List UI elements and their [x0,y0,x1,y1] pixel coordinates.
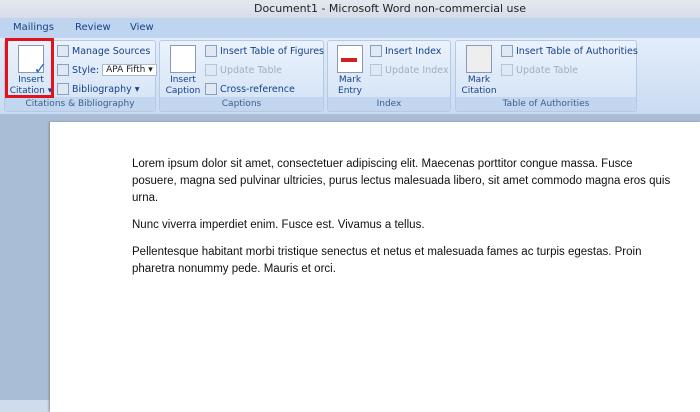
update-toa-icon [501,64,513,76]
mark-entry-button[interactable]: Mark Entry [332,45,368,97]
highlight-box [5,38,54,98]
insert-caption-label-2: Caption [165,86,201,96]
mark-entry-icon [337,45,363,73]
insert-table-of-figures-label: Insert Table of Figures [220,45,324,57]
insert-caption-button[interactable]: Insert Caption [163,45,203,97]
ribbon: ✓ Insert Citation ▾ Manage Sources Style… [0,38,700,114]
insert-index-button[interactable]: Insert Index [370,45,441,57]
style-selector[interactable]: Style: APA Fifth ▾ [57,64,157,76]
group-index: Mark Entry Insert Index Update Index Ind… [327,40,451,112]
paragraph: Pellentesque habitant morbi tristique se… [132,246,642,275]
cross-reference-label: Cross-reference [220,83,295,95]
document-page[interactable]: Lorem ipsum dolor sit amet, consectetuer… [50,122,700,412]
update-table-button[interactable]: Update Table [205,64,282,76]
mark-citation-icon [466,45,492,73]
update-table-label: Update Table [220,64,282,76]
tab-view[interactable]: View [130,22,154,33]
group-label: Table of Authorities [456,97,636,111]
insert-index-label: Insert Index [385,45,442,57]
insert-table-of-authorities-button[interactable]: Insert Table of Authorities [501,45,638,57]
style-icon [57,64,69,76]
group-captions: Insert Caption Insert Table of Figures U… [159,40,324,112]
insert-toa-label: Insert Table of Authorities [516,45,638,57]
manage-sources-icon [57,45,69,57]
style-value: APA Fifth [106,65,146,75]
mark-citation-button[interactable]: Mark Citation [459,45,499,97]
group-table-of-authorities: Mark Citation Insert Table of Authoritie… [455,40,638,112]
bibliography-label: Bibliography [72,83,132,95]
caption-icon [170,45,196,73]
update-toa-label: Update Table [516,64,578,76]
manage-sources-button[interactable]: Manage Sources [57,45,150,57]
update-table-icon [205,64,217,76]
cross-reference-button[interactable]: Cross-reference [205,83,295,95]
document-area: Lorem ipsum dolor sit amet, consectetuer… [0,114,700,412]
bibliography-icon [57,83,69,95]
update-index-label: Update Index [385,64,449,76]
mark-entry-label: Mark [338,75,362,85]
document-body[interactable]: Lorem ipsum dolor sit amet, consectetuer… [132,156,672,288]
mark-entry-label-2: Entry [338,86,362,96]
manage-sources-label: Manage Sources [72,45,151,57]
update-index-button[interactable]: Update Index [370,64,449,76]
insert-toa-icon [501,45,513,57]
update-toa-button[interactable]: Update Table [501,64,578,76]
window-title: Document1 - Microsoft Word non-commercia… [0,0,700,18]
mark-citation-label-2: Citation [461,86,497,96]
mark-citation-label: Mark [467,75,491,85]
group-label: Citations & Bibliography [5,97,155,111]
tab-mailings[interactable]: Mailings [13,22,54,33]
group-label: Index [328,97,450,111]
update-index-icon [370,64,382,76]
group-label: Captions [160,97,323,111]
ribbon-tabs: Mailings Review View [0,18,700,38]
paragraph: Lorem ipsum dolor sit amet, consectetuer… [132,158,671,204]
bibliography-button[interactable]: Bibliography ▾ [57,83,140,95]
paragraph: Nunc viverra imperdiet enim. Fusce est. … [132,219,425,231]
style-label: Style: [72,64,100,76]
insert-caption-label: Insert [170,75,196,85]
insert-index-icon [370,45,382,57]
insert-table-of-figures-button[interactable]: Insert Table of Figures [205,45,324,57]
tab-review[interactable]: Review [75,22,111,33]
cross-reference-icon [205,83,217,95]
table-of-figures-icon [205,45,217,57]
style-dropdown[interactable]: APA Fifth ▾ [102,64,157,76]
